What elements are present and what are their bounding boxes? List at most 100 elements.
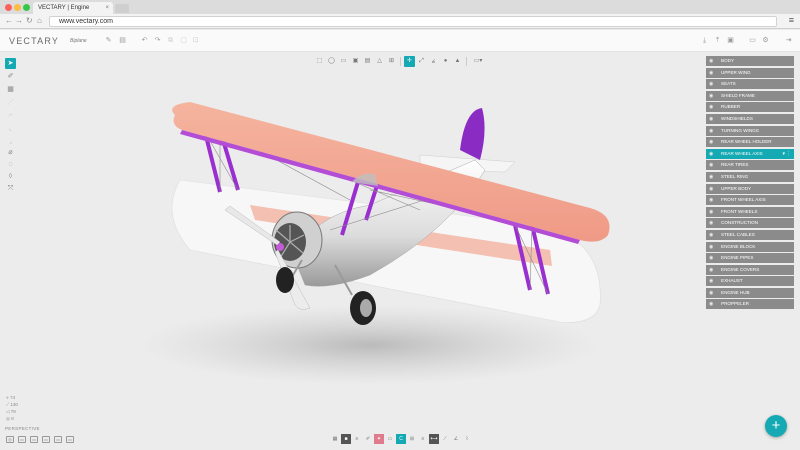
layer-item[interactable]: ◉ REAR TIRES (706, 160, 794, 171)
light-icon[interactable]: C (396, 434, 406, 444)
layer-item[interactable]: ◉ CONSTRUCTION (706, 218, 794, 229)
color-icon[interactable]: ✦ (374, 434, 384, 444)
eye-icon[interactable]: ◉ (709, 91, 713, 101)
view-dropdown-icon[interactable]: ▭▾ (470, 56, 486, 67)
layer-item[interactable]: ◉ EXHAUST (706, 276, 794, 287)
camera-icon[interactable]: ◎ (6, 436, 14, 443)
fullscreen-icon[interactable]: ▭ (66, 436, 74, 443)
home-icon[interactable]: ⌂ (37, 16, 42, 26)
view-perspective-icon[interactable]: ▭ (54, 436, 62, 443)
eye-icon[interactable]: ◉ (709, 160, 713, 170)
layer-item[interactable]: ◉ BODY (706, 56, 794, 66)
new-tab-button[interactable] (115, 4, 129, 13)
eye-icon[interactable]: ◉ (709, 207, 713, 217)
smooth-icon[interactable]: ≡ (352, 434, 362, 444)
settings-icon[interactable]: ⚙ (761, 36, 770, 45)
rotate-icon[interactable]: ⦤ (428, 56, 439, 67)
vertex-tool-icon[interactable]: ⋰ (5, 97, 16, 108)
brush-tool-icon[interactable]: ✐ (5, 71, 16, 82)
wireframe-icon[interactable]: ▦ (330, 434, 340, 444)
uv-icon[interactable]: ▤ (362, 56, 373, 67)
scale-icon[interactable]: ⤢ (416, 56, 427, 67)
layer-item[interactable]: ◉ TURNING WINGS (706, 125, 794, 136)
eye-icon[interactable]: ◉ (709, 137, 713, 147)
pivot-icon[interactable]: ● (440, 56, 451, 67)
screen-icon[interactable]: ▭ (748, 36, 757, 45)
layer-item[interactable]: ◉ STEEL CABLES (706, 229, 794, 240)
axis-icon[interactable]: ≡ (418, 434, 428, 444)
layer-item[interactable]: ◉ STEEL RING (706, 171, 794, 182)
expand-tool-icon[interactable]: ⤧ (5, 183, 16, 194)
add-object-button[interactable]: + (765, 415, 787, 437)
close-window-button[interactable] (5, 4, 12, 11)
layer-item[interactable]: ◉ UPPER BODY (706, 183, 794, 194)
tab-close-icon[interactable]: × (105, 2, 109, 14)
paste-icon[interactable]: ▢ (179, 36, 188, 45)
copy-icon[interactable]: ⧉ (166, 36, 175, 45)
chevron-down-icon[interactable]: ▾ (782, 149, 785, 159)
upload-icon[interactable]: ⤒ (713, 36, 722, 45)
eye-icon[interactable]: ◉ (709, 253, 713, 263)
layer-item[interactable]: ◉ REAR WHEEL HOLDER (706, 137, 794, 148)
object-tool-icon[interactable]: ⌟ (5, 136, 16, 147)
eye-icon[interactable]: ◉ (709, 230, 713, 240)
pencil-icon[interactable]: ✎ (104, 36, 113, 45)
grid-icon[interactable]: ⊞ (407, 434, 417, 444)
box-select-icon[interactable]: ⬚ (314, 56, 325, 67)
view-front-icon[interactable]: ▭ (18, 436, 26, 443)
eye-icon[interactable]: ◉ (709, 195, 713, 205)
measure-icon[interactable]: ⟷ (429, 434, 439, 444)
drop-tool-icon[interactable]: ◊ (5, 171, 16, 182)
eye-icon[interactable]: ◉ (709, 149, 713, 159)
lasso-icon[interactable]: ◯ (326, 56, 337, 67)
view-side-icon[interactable]: ▭ (30, 436, 38, 443)
reload-icon[interactable]: ↻ (26, 16, 33, 26)
duplicate-icon[interactable]: ⊡ (191, 36, 200, 45)
eye-icon[interactable]: ◉ (709, 218, 713, 228)
browser-menu-icon[interactable]: ≡ (789, 15, 794, 25)
eye-icon[interactable]: ◉ (709, 265, 713, 275)
eye-icon[interactable]: ◉ (709, 114, 713, 124)
eye-icon[interactable]: ◉ (709, 288, 713, 298)
material-icon[interactable]: ✐ (363, 434, 373, 444)
snap-icon[interactable]: ▲ (452, 56, 463, 67)
layer-item[interactable]: ◉ SEATS (706, 79, 794, 90)
eye-icon[interactable]: ◉ (709, 102, 713, 112)
viewport-3d-scene[interactable] (120, 90, 640, 420)
snap-toggle-icon[interactable]: ⌇ (462, 434, 472, 444)
layer-item[interactable]: ◉ FRONT WHEEL AXIS (706, 195, 794, 206)
angle-icon[interactable]: ∠ (451, 434, 461, 444)
forward-icon[interactable]: → (15, 16, 23, 26)
layer-item[interactable]: ◉ ENGINE COVERS (706, 264, 794, 275)
undo-icon[interactable]: ↶ (140, 36, 149, 45)
edit-mesh-icon[interactable]: ▣ (350, 56, 361, 67)
layer-item[interactable]: ◉ SHIELD FRAME (706, 90, 794, 101)
url-input[interactable]: www.vectary.com (49, 16, 777, 27)
knife-tool-icon[interactable]: ⌀ (5, 147, 16, 158)
logout-icon[interactable]: ⇥ (784, 36, 793, 45)
eye-icon[interactable]: ◉ (709, 79, 713, 89)
maximize-window-button[interactable] (23, 4, 30, 11)
eye-icon[interactable]: ◉ (709, 172, 713, 182)
face-tool-icon[interactable]: ⌞ (5, 123, 16, 134)
layer-item[interactable]: ◉ ENGINE HUB (706, 287, 794, 298)
minimize-window-button[interactable] (14, 4, 21, 11)
view-top-icon[interactable]: ▭ (42, 436, 50, 443)
triangle-icon[interactable]: △ (374, 56, 385, 67)
redo-icon[interactable]: ↷ (153, 36, 162, 45)
layer-item[interactable]: ◉ FRONT WHEELS (706, 206, 794, 217)
eye-icon[interactable]: ◉ (709, 56, 713, 66)
layer-item[interactable]: ◉ REAR WHEEL AXIS ▾ ⋮ (706, 148, 794, 159)
eye-icon[interactable]: ◉ (709, 184, 713, 194)
trash-icon[interactable]: ▤ (118, 36, 127, 45)
loop-icon[interactable]: ▭ (338, 56, 349, 67)
layer-item[interactable]: ◉ ENGINE BLOCK (706, 241, 794, 252)
eye-icon[interactable]: ◉ (709, 299, 713, 309)
texture-icon[interactable]: ▭ (385, 434, 395, 444)
move-icon[interactable]: ✛ (404, 56, 415, 67)
group-icon[interactable]: ⊞ (386, 56, 397, 67)
image-icon[interactable]: ▣ (726, 36, 735, 45)
layer-item[interactable]: ◉ UPPER WING (706, 67, 794, 78)
download-icon[interactable]: ⤓ (700, 36, 709, 45)
solid-icon[interactable]: ■ (341, 434, 351, 444)
